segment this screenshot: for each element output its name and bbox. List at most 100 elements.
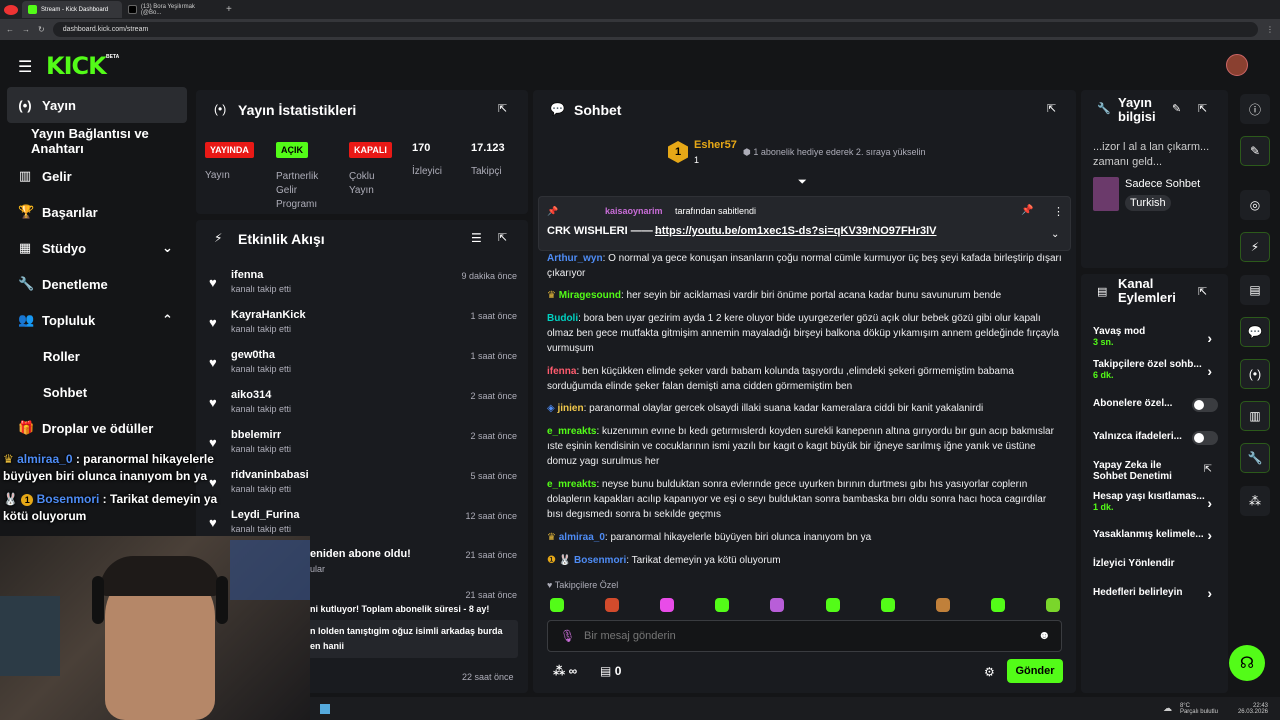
emote-icon[interactable] xyxy=(605,598,620,612)
chat-username[interactable]: ifenna xyxy=(547,366,576,377)
emote-icon[interactable] xyxy=(770,598,785,612)
emoji-icon[interactable]: ☻ xyxy=(1038,628,1051,642)
action-account-age[interactable]: Hesap yaşı kısıtlamas... 1 dk. › xyxy=(1093,491,1218,512)
chevron-down-icon[interactable]: ⏷ xyxy=(798,176,807,189)
layout-icon[interactable]: ▥ xyxy=(1240,401,1270,431)
avatar[interactable] xyxy=(1226,54,1248,76)
chat-username[interactable]: Miragesound xyxy=(559,290,621,301)
reload-icon[interactable]: ↻ xyxy=(38,25,45,34)
sidebar-item-roller[interactable]: Roller xyxy=(0,338,190,374)
broadcast-icon[interactable]: (•) xyxy=(1240,359,1270,389)
pinned-by-user[interactable]: kaisaoynarim xyxy=(605,206,663,216)
action-emotes-only[interactable]: Yalnızca ifadeleri... xyxy=(1093,431,1218,445)
chat-message: ♛ Miragesound: her seyin bir aciklamasi … xyxy=(547,290,1002,301)
action-ai-moderation[interactable]: Yapay Zeka ile Sohbet Denetimi ⇱ xyxy=(1093,460,1218,482)
top-gifter-name[interactable]: Esher57 xyxy=(694,139,737,151)
url-field[interactable]: dashboard.kick.com/stream xyxy=(52,22,1258,37)
chat-username[interactable]: e_mreakts xyxy=(547,426,596,437)
chat-username[interactable]: Budoli xyxy=(547,313,578,324)
sidebar-item-gelir[interactable]: ▥ Gelir xyxy=(0,158,190,194)
edit-icon[interactable]: ✎ xyxy=(1240,136,1270,166)
emote-icon[interactable] xyxy=(990,598,1005,612)
weather-widget[interactable]: 8°C Parçalı bulutlu xyxy=(1180,703,1218,715)
activity-time: 1 saat önce xyxy=(470,351,517,361)
new-tab-icon[interactable]: + xyxy=(226,4,232,15)
forward-icon[interactable]: → xyxy=(22,25,30,34)
chat-username[interactable]: Bosenmori xyxy=(574,555,626,566)
browser-tab-x[interactable]: (13) Bora Yeşilırmak (@Bo... xyxy=(122,1,222,18)
chevron-right-icon: › xyxy=(1207,585,1212,601)
chevron-right-icon: › xyxy=(1207,363,1212,379)
clock[interactable]: 22:43 26.03.2026 xyxy=(1238,703,1268,715)
activity-item: ♥ gew0tha kanalı takip etti 1 saat önce xyxy=(205,349,523,389)
channel-points[interactable]: ⁂ ∞ xyxy=(553,664,577,678)
chevron-down-icon[interactable]: ⌄ xyxy=(1051,229,1059,240)
edit-icon[interactable]: ✎ xyxy=(1172,102,1181,115)
action-followers-only[interactable]: Takipçilere özel sohb... 6 dk. › xyxy=(1093,359,1218,380)
emote-icon[interactable] xyxy=(880,598,895,612)
sidebar-item-yayin[interactable]: (•) Yayın xyxy=(7,87,187,123)
activity-time: 2 saat önce xyxy=(470,391,517,401)
chat-username[interactable]: almiraa_0 xyxy=(559,532,605,543)
chat-text: Tarikat demeyin ya kötü oluyorum xyxy=(631,555,781,566)
sidebar-item-droplar[interactable]: 🎁 Droplar ve ödüller xyxy=(0,410,190,446)
camera-icon[interactable]: ◎ xyxy=(1240,190,1270,220)
action-subscribers-only[interactable]: Abonelere özel... xyxy=(1093,398,1218,412)
category-name[interactable]: Sadece Sohbet xyxy=(1125,178,1200,190)
unpin-icon[interactable]: 📌 xyxy=(1021,205,1033,216)
sidebar-item-denetleme[interactable]: 🔧 Denetleme xyxy=(0,266,190,302)
settings-icon[interactable]: ⚙ xyxy=(984,665,995,679)
emote-icon[interactable] xyxy=(825,598,840,612)
action-host[interactable]: İzleyici Yönlendir xyxy=(1093,558,1218,569)
info-icon[interactable]: ⓘ xyxy=(1240,94,1270,124)
emote-icon[interactable] xyxy=(715,598,730,612)
popout-icon[interactable]: ⇱ xyxy=(1198,285,1207,298)
store-button[interactable]: ▤ 0 xyxy=(600,664,621,678)
emote-icon[interactable] xyxy=(935,598,950,612)
back-icon[interactable]: ← xyxy=(6,25,14,34)
action-slow-mode[interactable]: Yavaş mod 3 sn. › xyxy=(1093,326,1218,347)
points-icon[interactable]: ⁂ xyxy=(1240,486,1270,516)
chat-username[interactable]: Arthur_wyn xyxy=(547,253,603,264)
popout-icon[interactable]: ⇱ xyxy=(498,102,507,115)
chat-username[interactable]: jinien xyxy=(557,403,583,414)
more-icon[interactable]: ⋮ xyxy=(1053,205,1064,218)
chat-icon[interactable]: 💬 xyxy=(1240,317,1270,347)
action-goals[interactable]: Hedefleri belirleyin › xyxy=(1093,585,1218,601)
sidebar-item-stream-key[interactable]: Yayın Bağlantısı ve Anahtarı xyxy=(0,123,190,159)
sidebar-item-sohbet[interactable]: Sohbet xyxy=(0,374,190,410)
taskbar-app-icon[interactable] xyxy=(320,703,330,714)
wrench-icon[interactable]: 🔧 xyxy=(1240,443,1270,473)
sidebar-item-studyo[interactable]: ▦ Stüdyo ⌄ xyxy=(0,230,190,266)
sidebar-item-basarilar[interactable]: 🏆 Başarılar xyxy=(0,194,190,230)
support-icon[interactable]: ☊ xyxy=(1229,645,1265,681)
activity-sub: kanalı takip etti xyxy=(231,324,292,334)
pinned-link[interactable]: https://youtu.be/om1xec1S-ds?si=qKV39rNO… xyxy=(655,225,937,237)
chat-input[interactable]: 🎙 ☻ xyxy=(547,620,1062,652)
chat-message-field[interactable] xyxy=(584,628,1024,644)
menu-icon[interactable]: ☰ xyxy=(18,57,32,77)
os-taskbar: ☁ 8°C Parçalı bulutlu 22:43 26.03.2026 xyxy=(310,697,1280,720)
popout-icon[interactable]: ⇱ xyxy=(498,231,507,244)
chat-username[interactable]: e_mreakts xyxy=(547,479,596,490)
document-icon[interactable]: ▤ xyxy=(1240,275,1270,305)
microphone-icon[interactable]: 🎙 xyxy=(560,629,575,643)
lightning-icon[interactable]: ⚡ xyxy=(1240,232,1270,262)
stream-title-text: ...izor l al a lan çıkarm... zamanı geld… xyxy=(1093,141,1210,168)
action-banned-words[interactable]: Yasaklanmış kelimele... › xyxy=(1093,527,1218,543)
emote-icon[interactable] xyxy=(660,598,675,612)
browser-tab-kick[interactable]: Stream - Kick Dashboard xyxy=(22,1,122,18)
popout-icon[interactable]: ⇱ xyxy=(1198,102,1207,115)
popout-icon[interactable]: ⇱ xyxy=(1047,102,1056,115)
filter-icon[interactable]: ☰ xyxy=(471,231,482,245)
followers-only-label: Takipçilere Özel xyxy=(554,580,619,590)
emote-icon[interactable] xyxy=(550,598,564,612)
subscribers-only-toggle[interactable] xyxy=(1192,398,1218,412)
emotes-only-toggle[interactable] xyxy=(1192,431,1218,445)
extensions-icon[interactable]: ⋮ xyxy=(1266,25,1274,34)
kick-logo[interactable]: KICK xyxy=(46,52,107,80)
sidebar-item-topluluk[interactable]: 👥 Topluluk ⌃ xyxy=(0,302,190,338)
send-button[interactable]: Gönder xyxy=(1007,659,1063,683)
emote-icon[interactable] xyxy=(1045,598,1060,612)
crown-icon: ♛ xyxy=(547,290,556,301)
